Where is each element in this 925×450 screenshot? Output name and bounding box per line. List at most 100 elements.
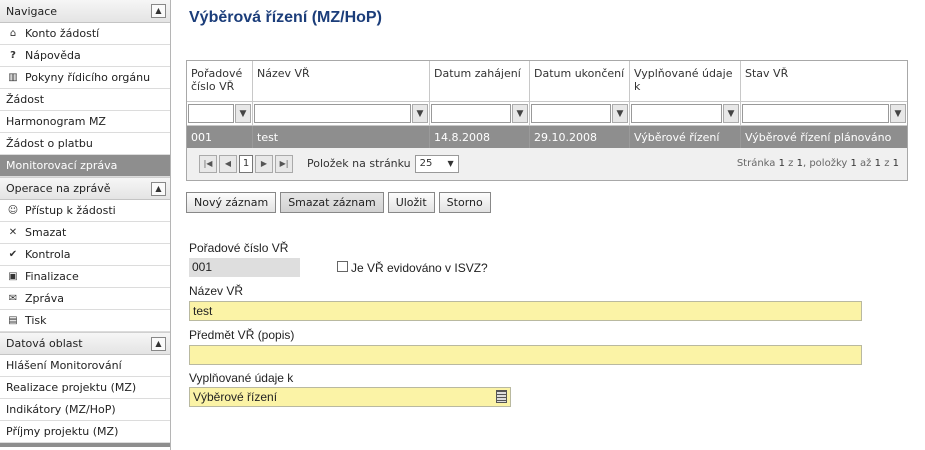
page-size-value: 25 [419, 158, 433, 169]
sidebar-item-indikatory[interactable]: Indikátory (MZ/HoP) [0, 399, 170, 421]
sidebar-item-prijmy[interactable]: Příjmy projektu (MZ) [0, 421, 170, 443]
sidebar-item-label: Žádost o platbu [6, 137, 93, 150]
section-header-navigace[interactable]: Navigace ▲ [0, 0, 170, 23]
sidebar-item-realizace[interactable]: Realizace projektu (MZ) [0, 377, 170, 399]
sidebar-item-pristup[interactable]: ☺ Přístup k žádosti [0, 200, 170, 222]
list-icon[interactable] [496, 390, 507, 403]
sidebar-item-label: Hlášení Monitorování [6, 359, 122, 372]
sidebar-item-harmonogram[interactable]: Harmonogram MZ [0, 111, 170, 133]
cancel-button[interactable]: Storno [438, 192, 491, 213]
collapse-icon[interactable]: ▲ [151, 181, 166, 196]
filter-row: ▼ ▼ ▼ ▼ ▼ ▼ [187, 102, 907, 126]
name-label: Název VŘ [189, 284, 244, 298]
sidebar-item-label: Konto žádostí [25, 27, 100, 40]
filter-icon[interactable]: ▼ [723, 104, 739, 123]
collapse-icon[interactable]: ▲ [151, 4, 166, 18]
data-for-select[interactable]: Výběrové řízení [189, 387, 511, 407]
column-header[interactable]: Vyplňované údaje k [630, 61, 741, 101]
sidebar-item-tisk[interactable]: ▤ Tisk [0, 310, 170, 332]
sidebar-item-hlaseni[interactable]: Hlášení Monitorování [0, 355, 170, 377]
filter-input[interactable] [254, 104, 411, 123]
action-buttons: Nový záznam Smazat záznam Uložit Storno [186, 192, 491, 213]
pager-info: Stránka 1 z 1, položky 1 až 1 z 1 [737, 158, 899, 169]
column-header[interactable]: Název VŘ [253, 61, 430, 101]
column-header[interactable]: Pořadové číslo VŘ [187, 61, 253, 101]
data-grid: Pořadové číslo VŘ Název VŘ Datum zahájen… [186, 60, 908, 181]
next-page-icon[interactable]: ▶ [255, 154, 273, 173]
user-icon: ☺ [7, 205, 19, 216]
page-size-label: Položek na stránku [307, 157, 411, 170]
name-input[interactable]: test [189, 301, 862, 321]
table-cell: 001 [187, 126, 253, 148]
filter-icon[interactable]: ▼ [612, 104, 628, 123]
table-cell: test [253, 126, 430, 148]
sidebar-item-label: Nápověda [25, 49, 81, 62]
page-size-select[interactable]: 25 ▼ [414, 154, 459, 173]
order-number-label: Pořadové číslo VŘ [189, 241, 289, 255]
sidebar-item-kontrola[interactable]: ✔ Kontrola [0, 244, 170, 266]
pager-info-text: , položky [802, 158, 848, 169]
filter-icon[interactable]: ▼ [412, 104, 428, 123]
filter-input[interactable] [631, 104, 722, 123]
filter-input[interactable] [531, 104, 611, 123]
sidebar-item-label: Finalizace [25, 270, 79, 283]
pager-info-number: 1 [874, 158, 881, 169]
sidebar-item-label: Monitorovací zpráva [6, 159, 118, 172]
filter-icon[interactable]: ▼ [890, 104, 906, 123]
last-page-icon[interactable]: ▶| [275, 154, 293, 173]
filter-icon[interactable]: ▼ [512, 104, 528, 123]
order-number-field: 001 [189, 258, 300, 277]
collapse-icon[interactable]: ▲ [151, 336, 166, 351]
mail-icon: ✉ [8, 293, 18, 304]
sidebar-item-zadost[interactable]: Žádost [0, 89, 170, 111]
sidebar-item-label: Pokyny řídicího orgánu [25, 71, 151, 84]
filter-input[interactable] [742, 104, 889, 123]
section-header-datova[interactable]: Datová oblast ▲ [0, 332, 170, 355]
sidebar-item-zprava[interactable]: ✉ Zpráva [0, 288, 170, 310]
sidebar-item-smazat[interactable]: ✕ Smazat [0, 222, 170, 244]
delete-record-button[interactable]: Smazat záznam [280, 192, 384, 213]
table-row[interactable]: 001 test 14.8.2008 29.10.2008 Výběrové ř… [187, 126, 907, 148]
save-button[interactable]: Uložit [387, 192, 435, 213]
pager-info-text: až [860, 158, 872, 169]
sidebar-item-label: Zpráva [25, 292, 65, 305]
main-content: Výběrová řízení (MZ/HoP) Pořadové číslo … [171, 0, 925, 450]
sidebar-item-label: Příjmy projektu (MZ) [6, 425, 119, 438]
column-header[interactable]: Datum zahájení [430, 61, 530, 101]
table-cell: 29.10.2008 [530, 126, 630, 148]
filter-icon[interactable]: ▼ [235, 104, 251, 123]
section-header-operace[interactable]: Operace na zprávě ▲ [0, 177, 170, 200]
filter-input[interactable] [431, 104, 511, 123]
data-for-label: Vyplňované údaje k [189, 371, 294, 385]
delete-icon: ✕ [8, 227, 18, 238]
sidebar-item-finalizace[interactable]: ▣ Finalizace [0, 266, 170, 288]
pager-info-text: Stránka [736, 158, 776, 169]
sidebar-item-label: Smazat [25, 226, 67, 239]
sidebar-item-platba[interactable]: Žádost o platbu [0, 133, 170, 155]
pager: |◀ ◀ 1 ▶ ▶| Položek na stránku 25 ▼ Strá… [187, 148, 907, 179]
sidebar-item-pokyny[interactable]: ▥ Pokyny řídicího orgánu [0, 67, 170, 89]
subject-input[interactable] [189, 345, 862, 365]
sidebar-item-monitorovaci-zprava[interactable]: Monitorovací zpráva [0, 155, 170, 177]
first-page-icon[interactable]: |◀ [199, 154, 217, 173]
column-header[interactable]: Datum ukončení [530, 61, 630, 101]
sidebar-item-konto[interactable]: ⌂ Konto žádostí [0, 23, 170, 45]
grid-header: Pořadové číslo VŘ Název VŘ Datum zahájen… [187, 61, 907, 102]
isvz-checkbox[interactable] [337, 261, 348, 272]
section-title: Navigace [6, 4, 58, 18]
page-number-input[interactable]: 1 [239, 154, 253, 173]
sidebar: Navigace ▲ ⌂ Konto žádostí ? Nápověda ▥ … [0, 0, 171, 450]
sidebar-item-label: Tisk [25, 314, 47, 327]
prev-page-icon[interactable]: ◀ [219, 154, 237, 173]
sidebar-item-napoveda[interactable]: ? Nápověda [0, 45, 170, 67]
filter-input[interactable] [188, 104, 234, 123]
new-record-button[interactable]: Nový záznam [186, 192, 277, 213]
sidebar-item-label: Kontrola [25, 248, 71, 261]
column-header[interactable]: Stav VŘ [741, 61, 907, 101]
table-cell: 14.8.2008 [430, 126, 530, 148]
section-title: Operace na zprávě [6, 182, 111, 195]
home-icon: ⌂ [9, 28, 17, 39]
sidebar-item-label: Harmonogram MZ [6, 115, 106, 128]
isvz-label: Je VŘ evidováno v ISVZ? [351, 261, 488, 275]
section-title: Datová oblast [6, 337, 83, 350]
